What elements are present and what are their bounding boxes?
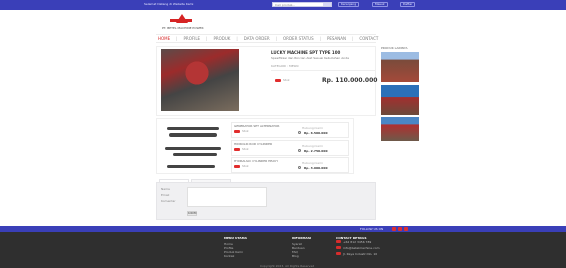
product-category: KATEGORI : MESIN [271, 64, 299, 68]
product-title: LUCKY MACHINE SPT TYPE 100 [271, 50, 341, 55]
product-description: Spesifikasi dan Rincian Alat Sesuai Kebu… [271, 56, 349, 60]
stock-label: Stok [242, 129, 249, 133]
stock-badge [234, 130, 240, 133]
stock-label: Stok [283, 78, 290, 82]
follow-label: FOLLOW US ON [360, 227, 384, 231]
phone-icon [336, 240, 341, 243]
menu-item-order-status[interactable]: ORDER STATUS [283, 36, 314, 41]
menu-item-produk[interactable]: PRODUK [213, 36, 230, 41]
footer-heading: MENU UTAMA [224, 236, 247, 240]
logo-text: PT. BETEL MACHINE POWER [162, 26, 204, 30]
top-bar: Selamat Datang di Website Kami Cari prod… [0, 0, 566, 10]
contact-text: +62 812 3456 789 [343, 240, 372, 244]
comment-form: Nama Email Komentar KIRIM [156, 179, 376, 220]
menu-item-contact[interactable]: CONTACT [359, 36, 378, 41]
search-icon [298, 131, 301, 134]
divider [271, 70, 375, 71]
name-label: Nama [161, 187, 170, 191]
gallery-image[interactable] [381, 85, 419, 115]
logo[interactable]: PT. BETEL MACHINE POWER [160, 14, 220, 32]
tab-comment[interactable] [159, 179, 189, 183]
related-item[interactable]: HIDROLIK ROD CYLINDER Stok Hubungi kami … [231, 140, 349, 156]
related-title: HYDRAULIC CYLINDER HEAVY [234, 159, 279, 163]
contact-row: Jl. Raya Industri No. 10 [336, 252, 396, 257]
search-placeholder: Cari produk... [275, 3, 296, 7]
stock-badge [234, 165, 240, 168]
related-item[interactable]: HYDRAULIC CYLINDER HEAVY Stok Hubungi ka… [231, 157, 349, 173]
part-shape [167, 127, 219, 130]
footer-col-menu: MENU UTAMA Home Profile Produk Kami Kont… [224, 236, 284, 258]
search-icon [298, 166, 301, 169]
login-button[interactable]: Masuk [372, 2, 388, 7]
menu-separator: | [236, 36, 238, 41]
tab-reviews[interactable] [191, 179, 231, 183]
part-shape [173, 153, 217, 156]
stock-label: Stok [242, 164, 249, 168]
gallery-image[interactable] [381, 117, 419, 141]
related-note: Hubungi kami [302, 144, 323, 148]
menu-separator: | [275, 36, 278, 41]
part-shape [169, 133, 217, 137]
part-shape [165, 147, 221, 150]
contact-text: info@betelmachine.com [343, 246, 380, 250]
product-image[interactable] [161, 49, 239, 111]
related-item[interactable]: GENERATOR SET ALTERNATOR Stok Hubungi ka… [231, 122, 349, 138]
contact-row: +62 812 3456 789 [336, 240, 396, 245]
email-label: Email [161, 193, 170, 197]
part-shape [167, 165, 215, 168]
location-icon [336, 252, 341, 255]
gallery-image[interactable] [381, 52, 419, 82]
facebook-icon[interactable] [392, 227, 396, 231]
menu-item-home[interactable]: HOME [158, 36, 170, 41]
main-menu: HOME | PROFILE | PRODUK | DATA ORDER | O… [156, 34, 378, 43]
search-button[interactable] [323, 3, 331, 6]
related-products: GENERATOR SET ALTERNATOR Stok Hubungi ka… [156, 118, 354, 174]
logo-mark-bar [170, 19, 192, 22]
menu-item-data-order[interactable]: DATA ORDER [244, 36, 270, 41]
related-title: HIDROLIK ROD CYLINDER [234, 142, 273, 146]
related-price: Rp. 2.750.000 [304, 149, 328, 153]
gallery-title: PRODUK LAINNYA [381, 46, 408, 50]
stock-badge [275, 79, 281, 82]
product-card: LUCKY MACHINE SPT TYPE 100 Spesifikasi d… [156, 46, 378, 116]
related-price: Rp. 6.500.000 [304, 131, 328, 135]
comment-textarea[interactable] [187, 187, 267, 207]
menu-separator: | [176, 36, 178, 41]
comment-label: Komentar [161, 199, 176, 203]
cart-button[interactable]: Keranjang [338, 2, 360, 7]
instagram-icon[interactable] [404, 227, 408, 231]
menu-separator: | [206, 36, 208, 41]
contact-text: Jl. Raya Industri No. 10 [343, 252, 378, 256]
search-input[interactable]: Cari produk... [272, 2, 332, 7]
copyright: Copyright 2023. All Rights Reserved [260, 264, 315, 268]
welcome-text: Selamat Datang di Website Kami [144, 2, 194, 6]
email-icon [336, 246, 341, 249]
twitter-icon[interactable] [398, 227, 402, 231]
menu-separator: | [319, 36, 321, 41]
related-note: Hubungi kami [302, 161, 323, 165]
related-title: GENERATOR SET ALTERNATOR [234, 124, 280, 128]
contact-row: info@betelmachine.com [336, 246, 396, 251]
register-button[interactable]: Daftar [400, 2, 416, 7]
footer-link[interactable]: Kontak [224, 254, 284, 258]
related-price: Rp. 3.900.000 [304, 166, 328, 170]
menu-separator: | [352, 36, 354, 41]
stock-label: Stok [242, 147, 249, 151]
menu-item-pesanan[interactable]: PESANAN [327, 36, 346, 41]
related-thumbnail[interactable] [163, 123, 223, 171]
stock-badge [234, 148, 240, 151]
menu-item-profile[interactable]: PROFILE [184, 36, 201, 41]
page: Selamat Datang di Website Kami Cari prod… [0, 0, 566, 268]
submit-button[interactable]: KIRIM [187, 211, 197, 216]
search-icon [298, 149, 301, 152]
product-price: Rp. 110.000.000 [322, 77, 378, 84]
related-note: Hubungi kami [302, 126, 323, 130]
